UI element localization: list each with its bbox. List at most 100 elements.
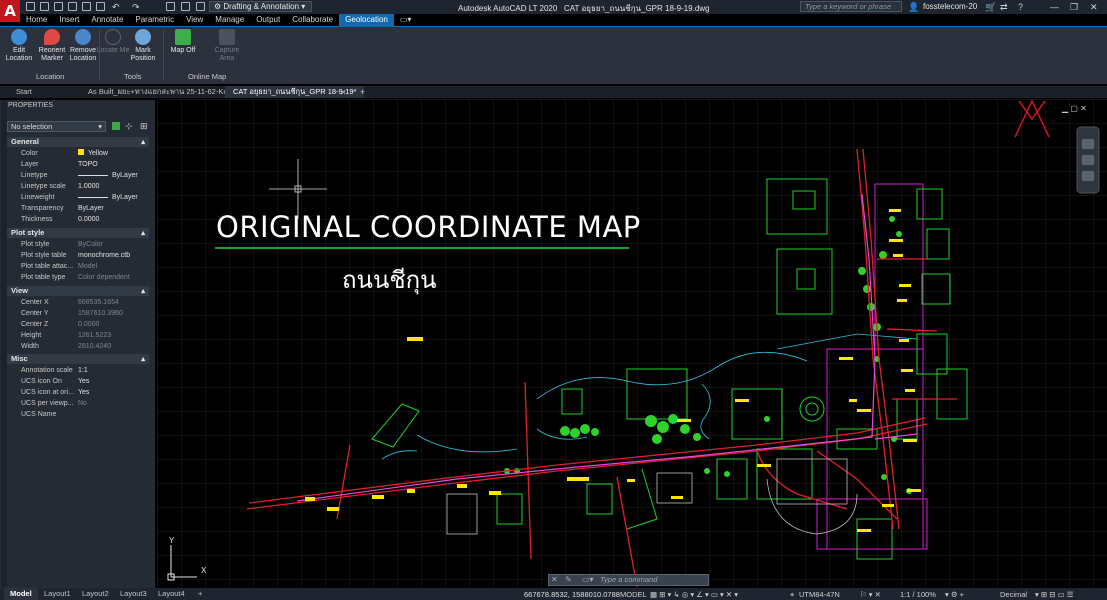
- prop-color[interactable]: Color Yellow: [21, 148, 149, 159]
- select-icon[interactable]: [181, 2, 190, 11]
- minimize-icon[interactable]: —: [1050, 2, 1059, 12]
- close-icon[interactable]: ✕: [1090, 2, 1098, 12]
- edit-location-button[interactable]: Edit Location: [2, 29, 36, 63]
- restore-icon[interactable]: ❐: [1070, 2, 1078, 12]
- prop-center-z[interactable]: Center Z 0.0000: [21, 319, 149, 330]
- open-icon[interactable]: [40, 2, 49, 11]
- prop-annotation-scale[interactable]: Annotation scale 1:1: [21, 365, 149, 376]
- save-icon[interactable]: [54, 2, 63, 11]
- prop-thickness[interactable]: Thickness 0.0000: [21, 214, 149, 225]
- collapse-icon: ▴: [141, 228, 145, 237]
- close-icon[interactable]: ✕: [551, 575, 558, 584]
- section-view[interactable]: View ▴: [7, 286, 149, 296]
- navigation-bar: [1076, 126, 1100, 194]
- prop-plot-style[interactable]: Plot style ByColor: [21, 239, 149, 250]
- chevron-down-icon: ▾: [98, 122, 102, 131]
- drawing-canvas[interactable]: ▁ ▢ ✕: [157, 99, 1107, 587]
- prop-ucs-name[interactable]: UCS Name: [21, 409, 149, 420]
- properties-title: PROPERTIES: [8, 102, 53, 109]
- redo-icon[interactable]: ↷: [132, 2, 140, 12]
- prop-center-y[interactable]: Center Y 1587610.3960: [21, 308, 149, 319]
- prop-layer[interactable]: Layer TOPO: [21, 159, 149, 170]
- tab-close-icon[interactable]: ✕: [340, 88, 347, 97]
- prop-height[interactable]: Height 1261.5223: [21, 330, 149, 341]
- help-icon[interactable]: ?: [1018, 2, 1023, 12]
- workspace-switcher[interactable]: ⚙ Drafting & Annotation ▾: [209, 1, 313, 12]
- print-icon[interactable]: [96, 2, 105, 11]
- prop-plot-table-attached[interactable]: Plot table attac... Model: [21, 261, 149, 272]
- tab-parametric[interactable]: Parametric: [129, 14, 180, 26]
- model-space-toggle[interactable]: MODEL: [620, 590, 647, 599]
- tab-collaborate[interactable]: Collaborate: [286, 14, 339, 26]
- prop-ucs-per-viewport[interactable]: UCS per viewp... No: [21, 398, 149, 409]
- layout-tab-4[interactable]: Layout4: [152, 588, 191, 600]
- prop-linetype[interactable]: Linetype ByLayer: [21, 170, 149, 181]
- new-icon[interactable]: [26, 2, 35, 11]
- prop-transparency[interactable]: Transparency ByLayer: [21, 203, 149, 214]
- cursor-coordinates: 667678.8532, 1588010.0788: [524, 590, 620, 599]
- select-objects-icon[interactable]: ⊹: [125, 121, 133, 132]
- annotation-icons[interactable]: ⚐ ▾ ✕: [860, 590, 881, 599]
- viewport-window-controls[interactable]: ▁ ▢ ✕: [1062, 104, 1087, 113]
- ribbon-options-icon[interactable]: ▭▾: [394, 14, 418, 26]
- section-plot-style[interactable]: Plot style ▴: [7, 228, 149, 238]
- tab-home[interactable]: Home: [20, 14, 53, 26]
- prop-ucs-icon-on[interactable]: UCS icon On Yes: [21, 376, 149, 387]
- add-layout-icon[interactable]: +: [192, 588, 208, 600]
- reorient-marker-button[interactable]: Reorient Marker: [35, 29, 69, 63]
- pickadd-icon[interactable]: ⊞: [140, 121, 148, 132]
- section-general[interactable]: General ▴: [7, 137, 149, 147]
- plot-icon[interactable]: [82, 2, 91, 11]
- selection-dropdown[interactable]: No selection ▾: [7, 121, 106, 132]
- mark-position-button[interactable]: Mark Position: [126, 29, 160, 63]
- map-off-icon: [175, 29, 191, 45]
- prop-lineweight[interactable]: Lineweight ByLayer: [21, 192, 149, 203]
- tab-annotate[interactable]: Annotate: [85, 14, 129, 26]
- prop-ucs-icon-origin[interactable]: UCS icon at ori... Yes: [21, 387, 149, 398]
- layout-tab-3[interactable]: Layout3: [114, 588, 153, 600]
- tab-geolocation[interactable]: Geolocation: [339, 14, 394, 26]
- coordinate-system[interactable]: UTM84-47N: [799, 590, 840, 599]
- search-input[interactable]: Type a keyword or phrase: [800, 1, 902, 12]
- annotation-scale[interactable]: 1:1 / 100%: [900, 590, 936, 599]
- tab-manage[interactable]: Manage: [209, 14, 250, 26]
- cart-icon[interactable]: 🛒: [985, 2, 996, 12]
- file-tab-asbuilt[interactable]: As Built_ผยะ+ทางแยกสะพาน 25-11-62-Kung*: [80, 86, 247, 98]
- new-tab-icon[interactable]: +: [360, 87, 365, 97]
- command-input[interactable]: Type a command: [600, 575, 657, 584]
- locate-me-button[interactable]: Locate Me: [96, 29, 130, 55]
- tab-view[interactable]: View: [180, 14, 209, 26]
- status-tools-icon[interactable]: ▾ ⊞ ⊟ ▭ ☰: [1035, 590, 1073, 599]
- remove-location-button[interactable]: Remove Location: [66, 29, 100, 63]
- app-menu-button[interactable]: A: [0, 0, 20, 22]
- prop-linetype-scale[interactable]: Linetype scale 1.0000: [21, 181, 149, 192]
- units-selector[interactable]: Decimal: [1000, 590, 1027, 599]
- grid-icon[interactable]: ▦ ⊞ ▾ ↳ ◎ ▾ ∠ ▾ ▭ ▾ ✕ ▾: [650, 590, 738, 599]
- quick-select-icon[interactable]: [112, 122, 120, 130]
- map-off-button[interactable]: Map Off: [166, 29, 200, 55]
- prop-width[interactable]: Width 2810.4240: [21, 341, 149, 352]
- palette-grip[interactable]: [1, 101, 7, 587]
- undo-icon[interactable]: ↶: [112, 2, 120, 12]
- settings-icon[interactable]: ▾ ⚙ +: [945, 590, 964, 599]
- command-history-icon[interactable]: ▭▾: [582, 575, 594, 584]
- exchange-icon[interactable]: ⇄: [1000, 2, 1008, 12]
- user-account[interactable]: fosstelecom-20: [923, 2, 977, 11]
- tab-insert[interactable]: Insert: [53, 14, 85, 26]
- group-online-map-label: Online Map: [188, 72, 227, 81]
- section-misc[interactable]: Misc ▴: [7, 354, 149, 364]
- file-tab-start[interactable]: Start: [8, 86, 40, 98]
- layout-tab-2[interactable]: Layout2: [76, 588, 115, 600]
- match-properties-icon[interactable]: [166, 2, 175, 11]
- capture-area-button[interactable]: Capture Area: [210, 29, 244, 63]
- layout-tab-1[interactable]: Layout1: [38, 588, 77, 600]
- share-icon[interactable]: [196, 2, 205, 11]
- remove-globe-icon: [75, 29, 91, 45]
- prop-center-x[interactable]: Center X 668535.1654: [21, 297, 149, 308]
- prop-plot-table-type[interactable]: Plot table type Color dependent: [21, 272, 149, 283]
- tab-output[interactable]: Output: [250, 14, 286, 26]
- layout-tab-model[interactable]: Model: [4, 588, 38, 600]
- wrench-icon[interactable]: ✎: [565, 575, 572, 584]
- prop-plot-style-table[interactable]: Plot style table monochrome.ctb: [21, 250, 149, 261]
- save-as-icon[interactable]: [68, 2, 77, 11]
